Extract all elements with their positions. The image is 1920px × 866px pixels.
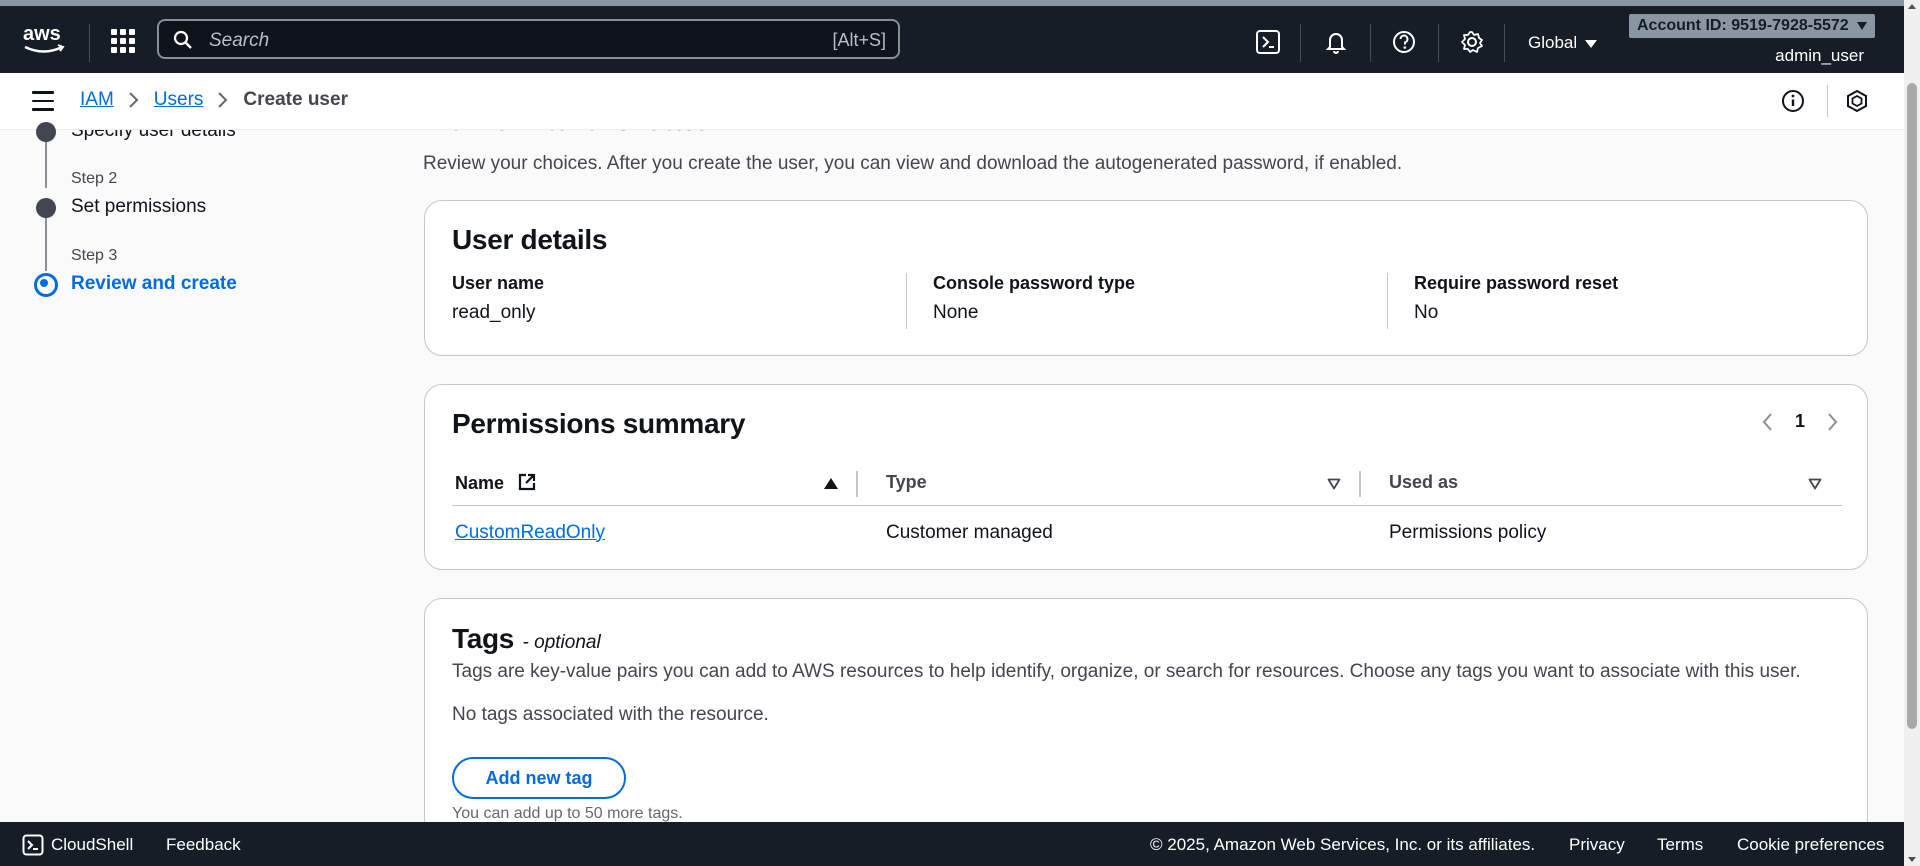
user-menu[interactable]: admin_user [1775,46,1864,66]
policy-type-cell: Customer managed [886,521,1053,543]
terms-link[interactable]: Terms [1657,835,1703,855]
sort-descending-icon [1327,478,1341,490]
sort-descending-icon [1808,478,1822,490]
amazon-q-icon[interactable] [1845,89,1869,113]
breadcrumb-bar: IAM Users Create user [0,73,1904,130]
field-value: None [933,302,979,323]
add-new-tag-button[interactable]: Add new tag [452,757,626,799]
column-header-type[interactable]: Type [858,461,1361,506]
cloudshell-link[interactable]: CloudShell [51,835,133,855]
policy-link[interactable]: CustomReadOnly [455,522,605,543]
cookie-preferences-link[interactable]: Cookie preferences [1737,835,1884,855]
services-grid-icon[interactable] [111,29,135,53]
policy-name-cell: CustomReadOnly [452,505,858,560]
region-selector[interactable]: Global [1528,33,1598,53]
aws-logo[interactable]: aws [22,22,68,58]
column-divider [1387,273,1388,329]
privacy-link[interactable]: Privacy [1569,835,1625,855]
tags-optional-label: - optional [522,632,601,653]
feedback-link[interactable]: Feedback [166,835,241,855]
tags-heading: Tags [452,623,515,654]
search-shortcut: [Alt+S] [832,30,886,50]
table-row: CustomReadOnly Customer managed Permissi… [452,505,1842,560]
chevron-right-icon[interactable] [1827,412,1839,432]
step-connector [45,217,47,271]
caret-down-icon [1856,21,1867,30]
permissions-summary-title: Permissions summary [452,408,746,439]
nav-divider [1300,24,1301,62]
cloudshell-icon[interactable] [22,834,44,856]
tags-card: Tags - optional Tags are key-value pairs… [424,598,1868,858]
step3-number: Step 3 [71,247,118,264]
caret-down-icon [1585,39,1598,48]
table-header-row: Name Type Used as [452,461,1842,506]
field-label: Require password reset [1414,273,1619,293]
policy-used-as-cell: Permissions policy [1389,521,1547,543]
step1-dot [36,122,56,142]
step2-dot [36,198,56,218]
page-description: Review your choices. After you create th… [423,153,1403,174]
tags-description: Tags are key-value pairs you can add to … [452,661,1801,682]
page-number[interactable]: 1 [1795,411,1805,432]
permissions-table: Name Type Used as CustomReadOnly Custome… [452,461,1842,560]
account-menu[interactable]: Account ID: 9519-7928-5572 [1629,14,1875,38]
step3-label: Review and create [71,273,237,294]
help-icon[interactable] [1390,28,1418,56]
breadcrumb-iam[interactable]: IAM [80,89,114,111]
cloudshell-icon[interactable] [1254,28,1282,56]
scroll-up-arrow-icon[interactable] [1908,4,1916,9]
column-header-name[interactable]: Name [452,461,858,506]
tags-empty-message: No tags associated with the resource. [452,704,769,725]
step2-number: Step 2 [71,170,118,187]
require-password-reset-field: Require password reset No [1414,273,1854,324]
breadcrumb-current: Create user [243,89,348,110]
footer: CloudShell Feedback © 2025, Amazon Web S… [0,822,1904,866]
tags-title: Tags - optional [452,623,601,655]
field-label: User name [452,273,545,293]
hamburger-menu-icon[interactable] [32,91,54,111]
user-name-field: User name read_only [452,273,892,324]
settings-gear-icon[interactable] [1458,28,1486,56]
chevron-right-icon [218,92,228,108]
wizard-steps: Specify user details Step 2 Set permissi… [0,122,400,822]
field-label: Console password type [933,273,1136,293]
breadcrumb-divider [1827,85,1828,117]
console-password-type-field: Console password type None [933,273,1373,324]
field-value: No [1414,302,1439,323]
sort-ascending-icon [824,478,838,489]
svg-text:aws: aws [23,23,61,45]
nav-divider [1438,24,1439,62]
nav-divider [1370,24,1371,62]
search-icon [173,30,192,49]
search-placeholder: Search [209,30,270,51]
column-divider [906,273,907,329]
bell-icon[interactable] [1322,28,1350,56]
chevron-right-icon [129,92,139,108]
scrollbar-thumb[interactable] [1907,83,1917,729]
nav-divider [89,24,90,62]
breadcrumb-users[interactable]: Users [154,89,204,111]
tags-limit-text: You can add up to 50 more tags. [452,805,683,822]
copyright-text: © 2025, Amazon Web Services, Inc. or its… [1150,835,1536,854]
chevron-left-icon[interactable] [1761,412,1773,432]
nav-divider [1504,24,1505,62]
top-navigation: aws Search [Alt+S] Global Account ID: 95… [0,0,1904,73]
field-value: read_only [452,302,536,323]
page-scrollbar[interactable] [1904,0,1920,866]
column-header-used-as[interactable]: Used as [1361,461,1842,506]
user-details-title: User details [452,224,608,255]
pagination: 1 [1761,411,1839,432]
step3-dot-active [34,273,58,297]
breadcrumb: IAM Users Create user [80,89,348,111]
info-icon[interactable] [1781,89,1805,113]
permissions-summary-card: Permissions summary 1 Name Type Used as … [424,384,1868,570]
user-details-card: User details User name read_only Console… [424,200,1868,356]
external-link-icon [518,473,536,490]
scroll-down-arrow-icon[interactable] [1908,857,1916,862]
search-input[interactable]: Search [Alt+S] [157,19,900,59]
step2-label[interactable]: Set permissions [71,196,206,218]
